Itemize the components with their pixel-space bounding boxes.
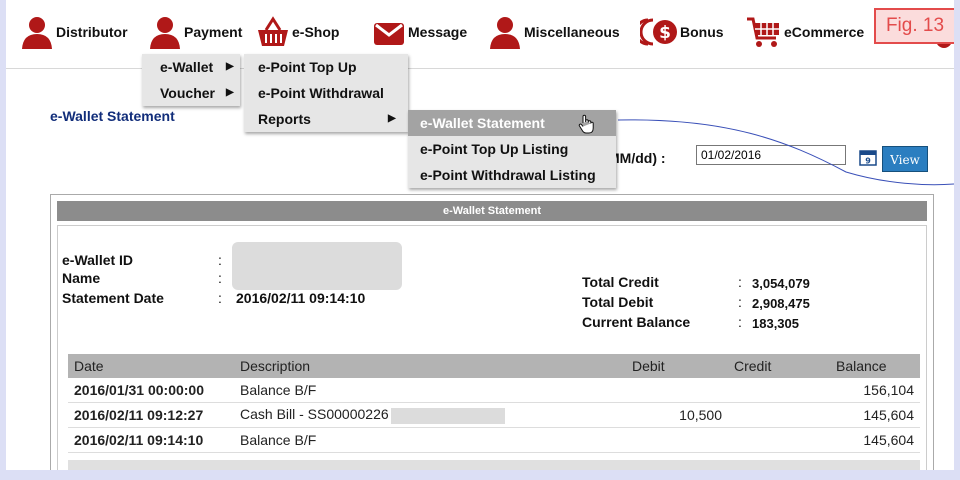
statement-panel: e-Wallet Statement e-Wallet ID Name Stat…	[50, 194, 934, 470]
label-total-credit: Total Credit	[582, 274, 659, 290]
arrow-right-icon: ▶	[226, 87, 234, 98]
menu-level2: e-Point Top Up e-Point Withdrawal Report…	[244, 54, 408, 132]
colon: :	[738, 294, 742, 310]
cell-date: 2016/01/31 00:00:00	[68, 378, 234, 403]
table-footer	[68, 460, 920, 470]
table-header-row: Date Description Debit Credit Balance	[68, 354, 920, 378]
redacted-block	[390, 407, 505, 424]
cell-date: 2016/02/11 09:12:27	[68, 402, 234, 428]
total-credit-value: 3,054,079	[752, 276, 810, 291]
menu-label: e-Point Top Up	[258, 59, 357, 75]
menu-label: Voucher	[160, 85, 215, 101]
label-ewallet-id: e-Wallet ID	[62, 252, 134, 268]
label-current-balance: Current Balance	[582, 314, 691, 330]
cell-debit	[626, 427, 728, 453]
cell-balance: 145,604	[830, 427, 920, 453]
menu-item-epoint-withdrawal-listing[interactable]: e-Point Withdrawal Listing	[408, 162, 616, 188]
label-name: Name	[62, 270, 101, 286]
menu-item-ewallet-statement[interactable]: e-Wallet Statement	[408, 110, 616, 136]
menu-label: e-Wallet Statement	[420, 115, 545, 131]
cell-date: 2016/02/11 09:14:10	[68, 427, 234, 453]
menu-label: e-Point Withdrawal Listing	[420, 167, 596, 183]
menu-label: e-Point Withdrawal	[258, 85, 384, 101]
cell-description: Balance B/F	[234, 378, 626, 403]
cell-balance: 156,104	[830, 378, 920, 403]
menu-item-ewallet[interactable]: e-Wallet ▶	[142, 54, 240, 80]
col-description: Description	[234, 354, 626, 378]
menu-item-epoint-withdrawal[interactable]: e-Point Withdrawal	[244, 80, 408, 106]
label-statement-date: Statement Date	[62, 290, 164, 306]
arrow-right-icon: ▶	[226, 61, 234, 72]
cell-credit	[728, 427, 830, 453]
cell-description: Cash Bill - SS00000226	[240, 406, 389, 423]
menu-label: e-Point Top Up Listing	[420, 141, 569, 157]
cell-credit	[728, 402, 830, 428]
menu-label: Reports	[258, 111, 311, 127]
cell-credit	[728, 378, 830, 403]
statement-date-value: 2016/02/11 09:14:10	[236, 290, 366, 306]
panel-body: e-Wallet ID Name Statement Date : : : 20…	[57, 225, 927, 470]
page: Distributor Payment e-Shop Message Misce…	[6, 0, 954, 470]
menu-item-epoint-topup-listing[interactable]: e-Point Top Up Listing	[408, 136, 616, 162]
table-row: 2016/02/11 09:14:10 Balance B/F 145,604	[68, 427, 920, 453]
redacted-block	[232, 242, 402, 290]
cell-balance: 145,604	[830, 402, 920, 428]
menu-label: e-Wallet	[160, 59, 214, 75]
colon: :	[218, 252, 222, 268]
menu-item-reports[interactable]: Reports ▶	[244, 106, 408, 132]
table-row: 2016/01/31 00:00:00 Balance B/F 156,104	[68, 378, 920, 403]
menu-item-epoint-topup[interactable]: e-Point Top Up	[244, 54, 408, 80]
menu-item-voucher[interactable]: Voucher ▶	[142, 80, 240, 106]
col-credit: Credit	[728, 354, 830, 378]
cell-description: Balance B/F	[234, 427, 626, 453]
colon: :	[738, 314, 742, 330]
hand-cursor-icon	[578, 114, 594, 134]
table-row: 2016/02/11 09:12:27 Cash Bill - SS000002…	[68, 402, 920, 428]
col-date: Date	[68, 354, 234, 378]
menu-level1: e-Wallet ▶ Voucher ▶	[142, 54, 240, 106]
current-balance-value: 183,305	[752, 316, 799, 331]
total-debit-value: 2,908,475	[752, 296, 810, 311]
cell-debit	[626, 378, 728, 403]
colon: :	[218, 270, 222, 286]
cell-description-wrap: Cash Bill - SS00000226	[234, 402, 626, 428]
menu-level3: e-Wallet Statement e-Point Top Up Listin…	[408, 110, 616, 188]
col-balance: Balance	[830, 354, 920, 378]
arrow-right-icon: ▶	[388, 113, 396, 124]
panel-title: e-Wallet Statement	[57, 201, 927, 221]
colon: :	[738, 274, 742, 290]
col-debit: Debit	[626, 354, 728, 378]
statement-table: Date Description Debit Credit Balance 20…	[68, 354, 920, 453]
cell-debit: 10,500	[626, 402, 728, 428]
label-total-debit: Total Debit	[582, 294, 654, 310]
colon: :	[218, 290, 222, 306]
